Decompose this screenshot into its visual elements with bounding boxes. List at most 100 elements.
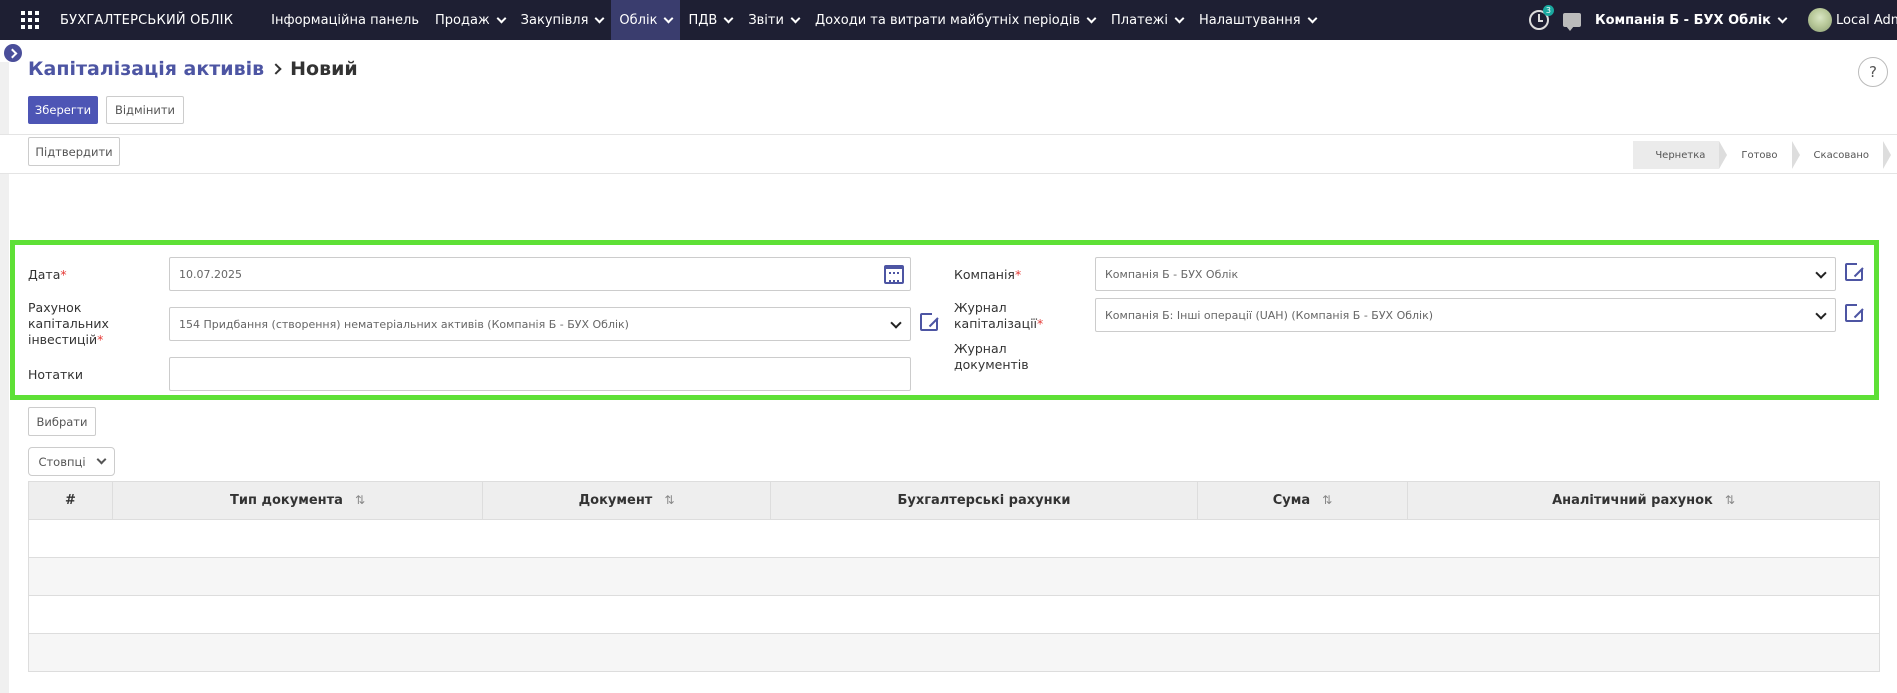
label-line: капітальних — [28, 316, 109, 331]
capital-investment-account-select[interactable]: 154 Придбання (створення) нематеріальних… — [169, 307, 911, 341]
account-value: 154 Придбання (створення) нематеріальних… — [179, 317, 629, 331]
status-bar: Підтвердити Чернетка Готово Скасовано — [0, 134, 1897, 174]
column-header-document[interactable]: Документ ⇅ — [482, 481, 771, 520]
journal-value: Компанія Б: Інші операції (UAH) (Компані… — [1105, 308, 1434, 322]
grid-icon — [21, 11, 39, 29]
chevron-down-icon — [664, 13, 674, 23]
stage-cancelled[interactable]: Скасовано — [1791, 141, 1892, 169]
columns-label: Стовпці — [38, 454, 86, 469]
header-label: Бухгалтерські рахунки — [897, 493, 1071, 508]
stage-done[interactable]: Готово — [1719, 141, 1800, 169]
chevron-down-icon — [96, 454, 106, 465]
date-label: Дата* — [28, 267, 67, 282]
chevron-down-icon — [1307, 13, 1318, 23]
lines-table: # Тип документа ⇅ Документ ⇅ Бухгалтерські… — [28, 481, 1880, 672]
discard-button[interactable]: Відмінити — [106, 96, 184, 124]
menu-item-reports[interactable]: Звіти — [740, 0, 807, 40]
chevron-down-icon — [890, 317, 902, 329]
page-title: Новий — [290, 58, 358, 80]
table-row — [28, 595, 1880, 634]
label-line: інвестицій — [28, 332, 98, 347]
chevron-down-icon — [594, 13, 605, 23]
menu-item-purchase[interactable]: Закупівля — [513, 0, 612, 40]
sort-icon[interactable]: ⇅ — [664, 493, 674, 507]
activity-clock-icon[interactable]: 3 — [1528, 5, 1554, 30]
documents-journal-label: Журнал документів — [954, 341, 1029, 373]
header-label: Документ — [578, 493, 653, 508]
chevron-down-icon — [496, 13, 507, 23]
menu-label: Доходи та витрати майбутніх періодів — [814, 12, 1081, 28]
table-row — [28, 519, 1880, 558]
menu-label: ПДВ — [688, 12, 718, 28]
company-value: Компанія Б - БУХ Облік — [1105, 267, 1239, 281]
breadcrumb: Капіталізація активів Новий — [28, 58, 358, 80]
columns-dropdown[interactable]: Стовпці — [28, 447, 115, 476]
company-switcher-label: Компанія Б - БУХ Облік — [1594, 12, 1771, 28]
external-link-icon[interactable] — [920, 311, 940, 331]
avatar[interactable] — [1808, 8, 1832, 32]
menu-label: Продаж — [435, 12, 490, 28]
label-line: документів — [954, 357, 1029, 372]
chevron-down-icon — [1815, 308, 1827, 320]
sort-icon[interactable]: ⇅ — [1725, 493, 1735, 507]
status-stages: Чернетка Готово Скасовано — [1633, 141, 1892, 169]
label-line: Рахунок — [28, 300, 82, 315]
user-menu[interactable]: Local Admin — [1836, 13, 1897, 28]
menu-item-deferred[interactable]: Доходи та витрати майбутніх періодів — [807, 0, 1103, 40]
menu-label: Налаштування — [1198, 12, 1301, 28]
chevron-right-icon — [270, 63, 282, 75]
menu-item-settings[interactable]: Налаштування — [1191, 0, 1324, 40]
company-label: Компанія* — [954, 267, 1022, 282]
capital-investment-account-label: Рахунок капітальних інвестицій* — [28, 300, 109, 347]
company-label-text: Компанія — [954, 267, 1015, 282]
company-select[interactable]: Компанія Б - БУХ Облік — [1095, 257, 1836, 291]
sort-icon[interactable]: ⇅ — [355, 493, 365, 507]
column-header-analytic[interactable]: Аналітичний рахунок ⇅ — [1407, 481, 1880, 520]
chevron-down-icon — [790, 13, 801, 23]
menu-item-vat[interactable]: ПДВ — [680, 0, 740, 40]
external-link-icon[interactable] — [1845, 261, 1865, 281]
label-line: Журнал — [954, 300, 1007, 315]
menu-item-dashboard[interactable]: Інформаційна панель — [263, 0, 427, 40]
menu-item-sales[interactable]: Продаж — [427, 0, 513, 40]
header-label: Аналітичний рахунок — [1552, 493, 1713, 508]
empty-cell — [28, 595, 1880, 634]
column-header-accounts: Бухгалтерські рахунки — [770, 481, 1198, 520]
date-value: 10.07.2025 — [179, 267, 242, 281]
capitalization-journal-select[interactable]: Компанія Б: Інші операції (UAH) (Компані… — [1095, 298, 1836, 332]
menu-label: Закупівля — [520, 12, 589, 28]
top-navbar: БУХГАЛТЕРСЬКИЙ ОБЛІК Інформаційна панель… — [0, 0, 1897, 40]
column-header-number: # — [28, 481, 113, 520]
label-line: Журнал — [954, 341, 1007, 356]
calendar-icon[interactable] — [884, 265, 904, 284]
chevron-down-icon — [1174, 13, 1185, 23]
breadcrumb-parent-link[interactable]: Капіталізація активів — [28, 58, 264, 80]
sort-icon[interactable]: ⇅ — [1322, 493, 1332, 507]
help-button[interactable]: ? — [1858, 57, 1888, 87]
date-label-text: Дата — [28, 267, 61, 282]
confirm-button[interactable]: Підтвердити — [28, 137, 120, 166]
column-header-doc-type[interactable]: Тип документа ⇅ — [112, 481, 483, 520]
menu-label: Облік — [619, 12, 658, 28]
table-row — [28, 557, 1880, 596]
company-switcher[interactable]: Компанія Б - БУХ Облік — [1594, 12, 1788, 28]
save-button[interactable]: Зберегти — [28, 96, 98, 124]
label-line: капіталізації — [954, 316, 1038, 331]
select-button[interactable]: Вибрати — [28, 407, 96, 436]
date-field[interactable]: 10.07.2025 — [169, 257, 911, 291]
app-brand[interactable]: БУХГАЛТЕРСЬКИЙ ОБЛІК — [60, 13, 233, 28]
messages-icon[interactable] — [1562, 13, 1581, 31]
empty-cell — [28, 519, 1880, 558]
column-header-amount[interactable]: Сума ⇅ — [1197, 481, 1408, 520]
chevron-down-icon — [1815, 267, 1827, 279]
chevron-down-icon — [1777, 13, 1788, 23]
empty-cell — [28, 633, 1880, 672]
notes-input[interactable] — [169, 357, 911, 391]
external-link-icon[interactable] — [1845, 302, 1865, 322]
menu-label: Інформаційна панель — [271, 12, 420, 28]
stage-draft[interactable]: Чернетка — [1633, 141, 1728, 169]
apps-menu-button[interactable] — [0, 0, 60, 40]
menu-item-payments[interactable]: Платежі — [1103, 0, 1191, 40]
sidebar-toggle-icon[interactable] — [4, 44, 22, 62]
menu-item-accounting[interactable]: Облік — [611, 0, 681, 40]
